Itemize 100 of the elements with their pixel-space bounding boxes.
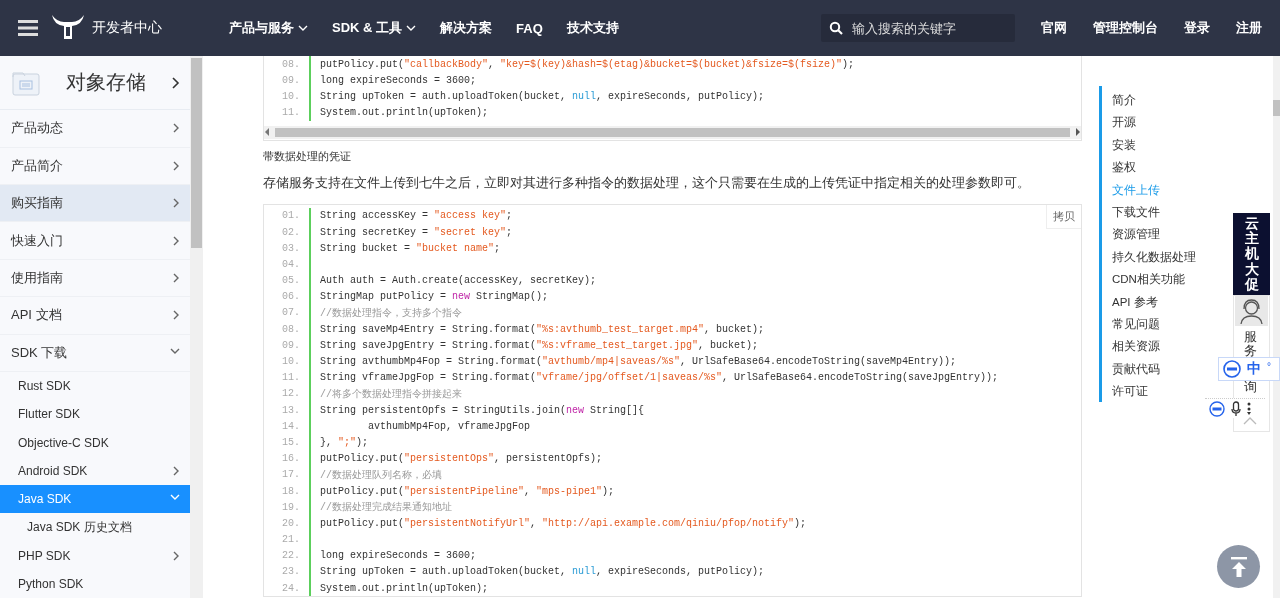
line-number: 07. xyxy=(281,307,301,319)
toc-link[interactable]: 鉴权 xyxy=(1112,156,1196,179)
line-number: 03. xyxy=(281,242,301,254)
code-line: String avthumbMp4Fop = String.format("avthumb/mp4|saveas/%s", UrlSafeBase64.encodeToString(saveMp4Entry)); xyxy=(309,353,1081,370)
customer-service-icon xyxy=(1235,296,1268,326)
service-text[interactable]: 询 xyxy=(1244,380,1257,395)
code-line: long expireSeconds = 3600; xyxy=(309,547,1081,564)
sidebar-item[interactable]: Python SDK xyxy=(0,569,190,598)
nav-link[interactable]: FAQ xyxy=(516,19,543,37)
code-line: String persistentOpfs = StringUtils.join(new String[]{ xyxy=(309,402,1081,419)
line-number: 16. xyxy=(281,453,301,465)
chevron-right-icon[interactable] xyxy=(173,235,180,246)
header-link[interactable]: 注册 xyxy=(1236,19,1262,37)
paragraph: 存储服务支持在文件上传到七牛之后，立即对其进行多种指令的数据处理，这个只需要在生成的上传凭证中指定相关的处理参数即可。 xyxy=(263,173,1031,192)
code-line: putPolicy.put("persistentNotifyUrl", "http://api.example.com/qiniu/pfop/notify"); xyxy=(309,515,1081,532)
input-method-toolbar[interactable]: 中 ° xyxy=(1218,357,1280,381)
code-line: String saveJpgEntry = String.format("%s:vframe_test_target.jpg", bucket); xyxy=(309,337,1081,354)
arrow-right-icon xyxy=(1074,128,1081,137)
toc-link[interactable]: 下载文件 xyxy=(1112,200,1196,224)
line-number: 12. xyxy=(281,388,301,400)
sidebar-item[interactable]: Android SDK xyxy=(0,456,190,486)
code-line: putPolicy.put("persistentPipeline", "mps-pipe1"); xyxy=(309,482,1081,500)
chevron-right-icon[interactable] xyxy=(173,273,180,284)
line-number: 06. xyxy=(281,291,301,303)
line-number: 19. xyxy=(281,501,301,513)
toc-link[interactable]: 资源管理 xyxy=(1112,223,1196,246)
code-line: putPolicy.put("persistentOps", persistentOpfs); xyxy=(309,450,1081,467)
sidebar-item[interactable]: Rust SDK xyxy=(0,372,190,401)
ime-mode[interactable]: 中 xyxy=(1247,360,1261,378)
site-title: 开发者中心 xyxy=(92,19,162,37)
ifly-logo-icon xyxy=(1209,400,1225,417)
service-text[interactable]: 服务 xyxy=(1244,330,1257,359)
code-line: String saveMp4Entry = String.format("%s:avthumb_test_target.mp4", bucket); xyxy=(309,321,1081,338)
code-line: //数据处理完成结果通知地址 xyxy=(309,499,1081,516)
line-number: 11. xyxy=(281,372,301,384)
toc-link[interactable]: 常见问题 xyxy=(1112,312,1196,336)
toc-link[interactable]: 开源 xyxy=(1112,111,1196,134)
code-line: //数据处理指令，支持多个指令 xyxy=(309,304,1081,322)
line-number: 17. xyxy=(281,469,301,481)
line-number: 14. xyxy=(281,420,301,432)
toc-link[interactable]: 许可证 xyxy=(1112,380,1196,403)
ifly-logo-icon xyxy=(1223,360,1241,378)
toc-link[interactable]: 相关资源 xyxy=(1112,335,1196,358)
line-number: 11. xyxy=(281,107,301,119)
code-line: long expireSeconds = 3600; xyxy=(309,72,1081,89)
line-number: 20. xyxy=(281,517,301,529)
sidebar-item[interactable]: Objective-C SDK xyxy=(0,428,190,457)
nav-link[interactable]: 产品与服务 xyxy=(229,19,308,37)
toc-link[interactable]: 安装 xyxy=(1112,133,1196,157)
microphone-icon[interactable] xyxy=(1231,400,1241,417)
line-number: 10. xyxy=(281,90,301,102)
code-line: System.out.println(upToken); xyxy=(309,104,1081,121)
product-title: 对象存储 xyxy=(65,70,147,96)
sidebar-item[interactable]: 购买指南 xyxy=(0,185,190,223)
nav-link[interactable]: 解决方案 xyxy=(440,19,493,37)
toc-link[interactable]: CDN相关功能 xyxy=(1112,268,1196,291)
code-line: }, ";"); xyxy=(309,434,1081,451)
code-line: avthumbMp4Fop, vframeJpgFop xyxy=(309,418,1081,435)
sidebar-item[interactable]: Java SDK 历史文档 xyxy=(0,513,190,542)
sidebar-item[interactable]: Flutter SDK xyxy=(0,400,190,429)
line-number: 09. xyxy=(281,339,301,351)
toc-link[interactable]: 持久化数据处理 xyxy=(1112,245,1196,269)
line-number: 23. xyxy=(281,566,301,578)
line-number: 09. xyxy=(281,74,301,86)
chevron-right-icon[interactable] xyxy=(173,550,180,561)
header-link[interactable]: 管理控制台 xyxy=(1093,19,1158,37)
scrollbar xyxy=(1273,100,1280,116)
line-number: 08. xyxy=(281,58,301,70)
line-number: 08. xyxy=(281,323,301,335)
back-to-top-button[interactable] xyxy=(1217,545,1260,588)
chevron-right-icon[interactable] xyxy=(173,160,180,171)
sidebar-item[interactable]: PHP SDK xyxy=(0,541,190,570)
toc-link[interactable]: 简介 xyxy=(1112,89,1196,112)
menu-icon[interactable] xyxy=(18,20,38,36)
search-field[interactable]: 输入搜索的关键字 xyxy=(821,14,1015,42)
chevron-right-icon[interactable] xyxy=(173,465,180,476)
nav-link[interactable]: SDK & 工具 xyxy=(332,19,417,37)
chevron-right-icon[interactable] xyxy=(172,76,180,89)
nav-link[interactable]: 技术支持 xyxy=(566,19,619,37)
toc-link[interactable]: API 参考 xyxy=(1112,290,1196,313)
header-link[interactable]: 官网 xyxy=(1041,19,1067,37)
chevron-right-icon[interactable] xyxy=(173,310,180,321)
more-icon[interactable] xyxy=(1247,401,1251,416)
promo-banner[interactable]: 云主机大促 xyxy=(1233,213,1270,295)
header-link[interactable]: 登录 xyxy=(1184,19,1210,37)
code-line: String bucket = "bucket name"; xyxy=(309,240,1081,257)
horizontal-scrollbar[interactable] xyxy=(264,125,1081,139)
line-number: 15. xyxy=(281,436,301,448)
code-line: String upToken = auth.uploadToken(bucket, null, expireSeconds, putPolicy); xyxy=(309,563,1081,581)
code-line: String vframeJpgFop = String.format("vframe/jpg/offset/1|saveas/%s", UrlSafeBase64.encodeToString(saveJpgEntry)); xyxy=(309,369,1081,386)
code-line: putPolicy.put("callbackBody", "key=$(key)&hash=$(etag)&bucket=$(bucket)&fsize=$(fsize)"); xyxy=(309,56,1081,73)
toc-link[interactable]: 贡献代码 xyxy=(1112,357,1196,381)
copy-button[interactable]: 拷贝 xyxy=(1046,204,1081,229)
search-icon xyxy=(829,21,843,35)
line-number: 05. xyxy=(281,275,301,287)
promo-text: 云主机大促 xyxy=(1244,215,1259,293)
line-number: 13. xyxy=(281,404,301,416)
arrow-left-icon xyxy=(264,128,271,137)
chevron-right-icon[interactable] xyxy=(173,123,180,134)
code-line: System.out.println(upToken); xyxy=(309,580,1081,597)
